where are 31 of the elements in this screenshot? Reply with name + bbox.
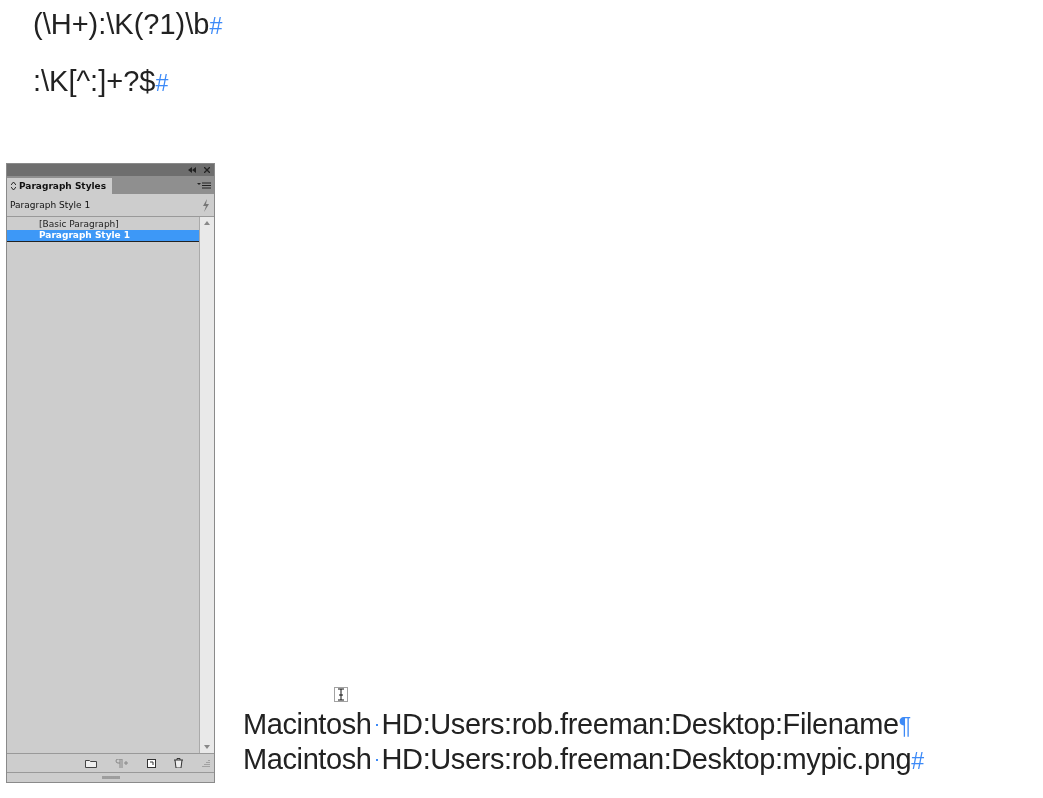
- hidden-character-mark: #: [155, 70, 169, 96]
- document-text: Macintosh: [243, 708, 372, 741]
- expression-text: (\H+):\K(?1)\b: [33, 8, 210, 41]
- scroll-down-icon[interactable]: [204, 745, 210, 749]
- text-cursor-icon: [334, 687, 348, 702]
- lightning-icon[interactable]: [202, 198, 210, 212]
- hidden-character-mark: #: [911, 748, 924, 774]
- style-list-item[interactable]: [Basic Paragraph]: [7, 219, 199, 230]
- scroll-up-icon[interactable]: [204, 221, 210, 225]
- new-style-icon[interactable]: [147, 758, 156, 768]
- hidden-character-mark: #: [209, 13, 223, 39]
- document-text: Macintosh: [243, 743, 372, 776]
- pilcrow-plus-icon[interactable]: [115, 758, 129, 768]
- tab-label: Paragraph Styles: [19, 181, 107, 191]
- panel-menu-icon[interactable]: [197, 182, 211, 190]
- delete-icon[interactable]: [174, 758, 183, 768]
- document-text: HD:Users:rob.freeman:Desktop:mypic.png: [381, 743, 912, 776]
- collapse-icon[interactable]: [188, 167, 196, 173]
- sort-arrows-icon: [11, 182, 16, 190]
- resize-grip-icon[interactable]: [201, 758, 210, 768]
- close-icon[interactable]: [204, 167, 210, 173]
- hidden-character-mark: ¶: [898, 713, 911, 739]
- scrollbar[interactable]: [199, 217, 214, 753]
- drag-handle-icon[interactable]: [101, 776, 120, 779]
- panel-tab[interactable]: Paragraph Styles: [7, 178, 113, 194]
- space-mark-icon: [375, 723, 378, 726]
- folder-icon[interactable]: [85, 758, 97, 768]
- current-style-label: Paragraph Style 1: [10, 200, 91, 210]
- document-text: HD:Users:rob.freeman:Desktop:Filename: [381, 708, 899, 741]
- space-mark-icon: [375, 758, 378, 761]
- expression-text: :\K[^:]+?$: [33, 65, 156, 98]
